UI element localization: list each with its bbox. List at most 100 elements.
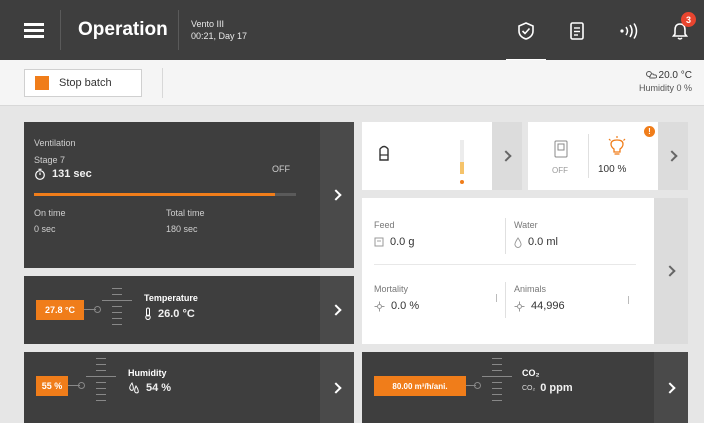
cloud-sun-icon [645,71,657,79]
humidity-scale [86,358,116,406]
animals-value: 44,996 [531,300,565,312]
ventilation-open-button[interactable] [320,122,354,268]
stopwatch-icon [35,168,45,180]
humidity-open-button[interactable] [320,352,354,423]
outside-climate: 20.0 °C Humidity 0 % [639,70,692,94]
stop-batch-label: Stop batch [59,77,112,89]
feed-label: Feed [374,220,395,230]
light-alert-badge: ! [644,126,655,137]
total-time-label: Total time [166,208,205,218]
ventilation-timer: 131 sec [34,168,92,180]
co2-reading: CO₂ 0 ppm [522,382,573,394]
signal-icon [620,23,638,39]
divider [588,134,589,178]
divider [505,282,506,318]
humidity-label: Humidity [128,368,167,378]
tab-alarms[interactable]: 3 [660,12,700,48]
co2-label: CO₂ [522,368,540,378]
document-icon [570,22,584,40]
device-time: 00:21, Day 17 [191,31,248,41]
tab-reports[interactable] [557,14,597,48]
co2-value: 0 ppm [540,382,573,394]
humidity-setpoint: 55 % [36,376,68,396]
mortality-icon [374,301,385,311]
stats-open-button[interactable] [654,198,688,344]
chevron-right-icon [499,150,512,162]
silo-open-button[interactable] [492,122,522,190]
light-state: OFF [552,166,568,175]
co2-open-button[interactable] [654,352,688,423]
humidity-reading: 54 % [128,382,171,394]
humidity-card[interactable]: 55 % Humidity 54 % [24,352,354,423]
ventilation-card[interactable]: Ventilation Stage 7 131 sec OFF On time … [24,122,354,268]
divider [505,218,506,254]
divider [60,10,61,50]
production-stats-card[interactable]: Feed 0.0 g Water 0.0 ml Mortality 0.0 % … [362,198,688,344]
water-value: 0.0 ml [528,236,558,248]
notification-badge: 3 [681,12,696,27]
chevron-right-icon [329,381,342,394]
water-drops-icon [129,382,139,394]
ventilation-stage: Stage 7 [34,155,66,165]
silo-card[interactable] [362,122,522,190]
divider [374,264,636,265]
menu-icon[interactable] [24,23,44,38]
outside-humidity: Humidity 0 % [638,83,692,93]
silo-icon [379,145,389,161]
top-bar: Operation Vento III 00:21, Day 17 3 [0,0,704,62]
device-info: Vento III 00:21, Day 17 [191,18,247,42]
ventilation-progress-fill [34,193,276,196]
switch-icon [554,140,568,158]
light-percent: 100 % [598,164,627,175]
co2-card[interactable]: 80.00 m³/h/ani. CO₂ CO₂ 0 ppm [362,352,688,423]
page-title: Operation [78,19,168,40]
light-card[interactable]: OFF 100 % ! [528,122,688,190]
on-time-value: 0 sec [34,224,56,234]
tab-connectivity[interactable] [608,14,648,48]
co2-scale [482,358,512,406]
silo-level-bar [460,140,464,174]
temperature-open-button[interactable] [320,276,354,344]
feed-bag-icon [374,237,384,247]
ventilation-time: 131 sec [52,168,92,180]
light-bulb-icon [608,136,626,155]
silo-level-fill [460,162,464,174]
divider [178,10,179,50]
feed-reading: 0.0 g [374,236,414,248]
animals-label: Animals [514,284,547,294]
action-bar: Stop batch 20.0 °C Humidity 0 % [0,60,704,106]
silo-level-dot [460,180,464,184]
tick-mark [496,294,497,302]
tab-operation[interactable] [506,14,546,62]
temperature-card[interactable]: 27.8 °C Temperature 26.0 °C [24,276,354,344]
mortality-reading: 0.0 % [374,300,419,312]
chevron-right-icon [665,150,678,162]
device-name: Vento III [191,19,225,29]
water-label: Water [514,220,538,230]
ventilation-title: Ventilation [34,138,76,148]
temperature-setpoint: 27.8 °C [36,300,84,320]
total-time-value: 180 sec [166,224,198,234]
water-reading: 0.0 ml [514,236,558,248]
chevron-right-icon [329,304,342,316]
connector-dot [474,382,481,389]
animals-reading: 44,996 [514,300,565,312]
thermometer-icon [145,307,151,320]
ventilation-state: OFF [272,164,290,174]
stop-batch-button[interactable]: Stop batch [24,69,142,97]
light-open-button[interactable] [658,122,688,190]
chevron-right-icon [663,265,676,277]
water-drop-icon [514,236,522,248]
stop-icon [35,76,49,90]
co2-setpoint: 80.00 m³/h/ani. [374,376,466,396]
connector-dot [94,306,101,313]
on-time-label: On time [34,208,66,218]
co2-icon: CO₂ [522,384,536,392]
tick-mark [628,296,629,304]
temperature-label: Temperature [144,293,198,303]
temperature-reading: 26.0 °C [144,307,195,320]
temperature-scale [102,288,132,330]
mortality-label: Mortality [374,284,409,294]
feed-value: 0.0 g [390,236,415,248]
mortality-value: 0.0 % [391,300,420,312]
